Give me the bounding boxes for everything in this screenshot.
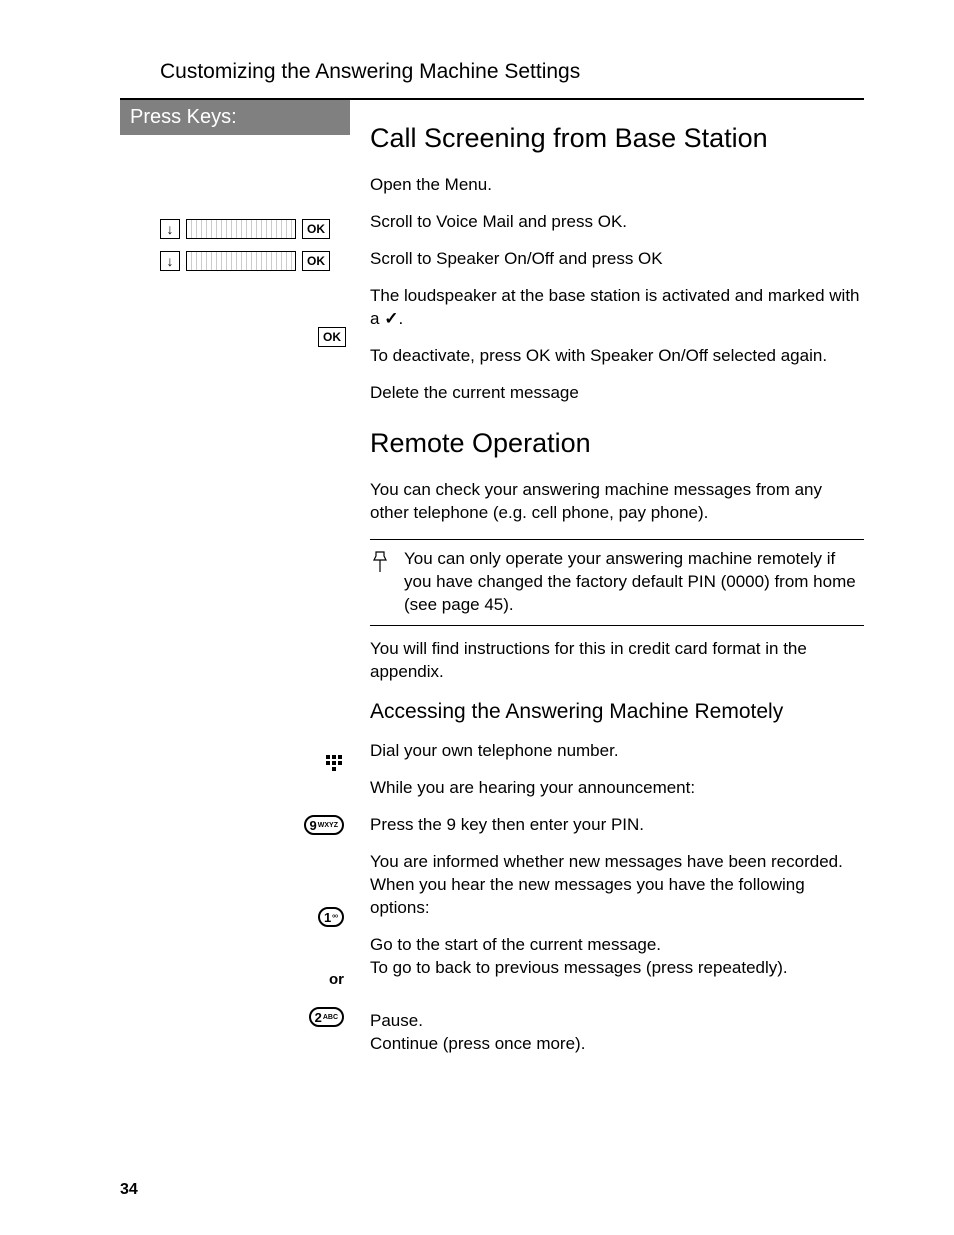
- note-box: You can only operate your answering mach…: [370, 539, 864, 626]
- key-row-dial: [120, 753, 350, 809]
- menu-key-icon: [306, 187, 346, 207]
- para-informed: You are informed whether new messages ha…: [370, 851, 864, 920]
- para-appendix: You will find instructions for this in c…: [370, 638, 864, 684]
- section-title-call-screening: Call Screening from Base Station: [370, 120, 864, 156]
- down-arrow-icon: ↓: [160, 251, 180, 271]
- press-keys-column: Press Keys: ↓ OK ↓ OK: [120, 100, 350, 1033]
- key-9-letters: WXYZ: [318, 822, 338, 829]
- key-row-two: 2ABC: [120, 1007, 350, 1033]
- content-column: Call Screening from Base Station Open th…: [350, 100, 864, 1070]
- page-header-title: Customizing the Answering Machine Settin…: [160, 60, 864, 84]
- para-pause: Pause. Continue (press once more).: [370, 1010, 864, 1056]
- key-1-letters: ᵒᵒ: [332, 914, 338, 921]
- key-2-letters: ABC: [323, 1014, 338, 1021]
- section-title-accessing: Accessing the Answering Machine Remotely: [370, 698, 864, 726]
- key-row-nine: 9WXYZ: [120, 815, 350, 901]
- key-row-one: 1ᵒᵒ: [120, 907, 350, 965]
- scroll-bar-icon: [186, 219, 296, 239]
- para-scroll-speaker: Scroll to Speaker On/Off and press OK: [370, 248, 864, 271]
- para-scroll-voicemail: Scroll to Voice Mail and press OK.: [370, 211, 864, 234]
- para-goto-start-a: Go to the start of the current message.: [370, 935, 661, 954]
- scroll-bar-icon: [186, 251, 296, 271]
- para-announcement: While you are hearing your announcement:: [370, 777, 864, 800]
- para-pause-a: Pause.: [370, 1011, 423, 1030]
- para-loudspeaker: The loudspeaker at the base station is a…: [370, 285, 864, 331]
- key-9-digit: 9: [310, 818, 317, 833]
- checkmark-icon: ✓: [384, 309, 398, 328]
- note-text: You can only operate your answering mach…: [404, 548, 864, 617]
- para-dial: Dial your own telephone number.: [370, 740, 864, 763]
- para-remote-intro: You can check your answering machine mes…: [370, 479, 864, 525]
- key-row-speaker: ↓ OK: [120, 249, 350, 273]
- page-number: 34: [120, 1181, 138, 1199]
- key-2-digit: 2: [315, 1010, 322, 1025]
- pushpin-icon: [370, 548, 394, 617]
- key-row-deactivate: OK: [120, 325, 350, 349]
- section-title-remote: Remote Operation: [370, 425, 864, 461]
- down-arrow-icon: ↓: [160, 219, 180, 239]
- para-delete: Delete the current message: [370, 382, 864, 405]
- dial-pad-icon: [324, 753, 344, 776]
- or-label: or: [329, 971, 344, 988]
- press-keys-label: Press Keys:: [120, 100, 350, 135]
- para-loudspeaker-a: The loudspeaker at the base station is a…: [370, 286, 860, 328]
- key-1-icon: 1ᵒᵒ: [318, 907, 344, 927]
- para-loudspeaker-b: .: [398, 309, 403, 328]
- ok-key-icon: OK: [318, 327, 346, 347]
- key-row-or: or: [120, 971, 350, 1001]
- para-pause-b: Continue (press once more).: [370, 1034, 585, 1053]
- para-deactivate: To deactivate, press OK with Speaker On/…: [370, 345, 864, 368]
- para-open-menu: Open the Menu.: [370, 174, 864, 197]
- key-1-digit: 1: [324, 910, 331, 925]
- key-9-icon: 9WXYZ: [304, 815, 344, 835]
- key-2-icon: 2ABC: [309, 1007, 344, 1027]
- ok-key-icon: OK: [302, 251, 330, 271]
- key-row-menu: [120, 185, 350, 209]
- para-press-nine: Press the 9 key then enter your PIN.: [370, 814, 864, 837]
- para-goto-start-b: To go to back to previous messages (pres…: [370, 958, 788, 977]
- para-goto-start: Go to the start of the current message. …: [370, 934, 864, 980]
- ok-key-icon: OK: [302, 219, 330, 239]
- key-row-voicemail: ↓ OK: [120, 217, 350, 241]
